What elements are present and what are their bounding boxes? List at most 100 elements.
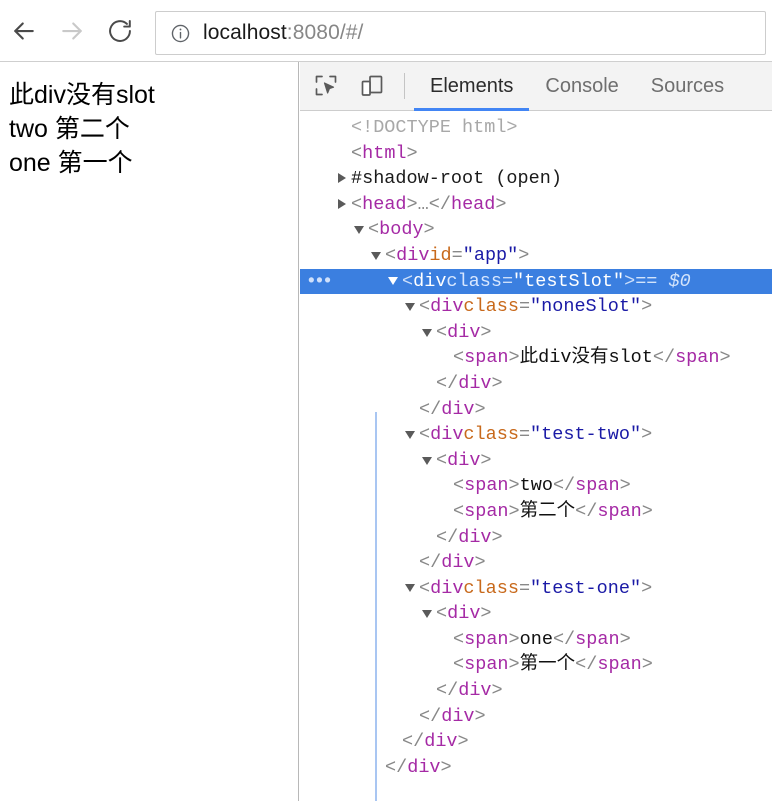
dom-row-selected[interactable]: ••• < div class = "testSlot" > == $0 (300, 268, 772, 295)
dom-row-content: < div > (300, 601, 492, 627)
triangle-down-icon[interactable] (370, 249, 384, 263)
dom-row[interactable]: < span > 第二个 </span > (300, 499, 772, 525)
dom-row[interactable]: </div > (300, 371, 772, 397)
dom-token-tag: div (430, 577, 464, 599)
triangle-right-icon[interactable] (336, 172, 350, 186)
dom-token-punct: </ (552, 475, 576, 497)
dom-row[interactable]: < div > (300, 320, 772, 346)
dom-token-punct: > (474, 398, 486, 420)
triangle-down-icon[interactable] (421, 454, 435, 468)
dom-row-content: < html > (300, 141, 418, 167)
dom-row[interactable]: </div > (300, 397, 772, 423)
dom-row-content: < span > one </span > (300, 627, 631, 653)
dom-token-punct: </ (419, 705, 442, 727)
dom-token-punct: < (436, 321, 448, 343)
dom-token-tag: span (575, 475, 620, 497)
dom-row[interactable]: </div > (300, 729, 772, 755)
address-bar[interactable]: localhost:8080/#/ (155, 11, 766, 55)
tab-console[interactable]: Console (529, 62, 634, 111)
dom-token-punct: < (453, 628, 465, 650)
forward-button[interactable] (48, 7, 96, 55)
dom-token-punct: > (480, 603, 492, 625)
dom-token-punct: = (451, 244, 463, 266)
back-button[interactable] (0, 7, 48, 55)
dom-token-punct: < (419, 296, 431, 318)
triangle-down-icon[interactable] (404, 300, 418, 314)
dom-token-tag: span (675, 347, 720, 369)
dom-token-punct: > (480, 449, 492, 471)
dom-token-punct: > (491, 372, 503, 394)
dom-row-content: < span > 第一个 </span > (300, 652, 653, 678)
dom-token-punct: </ (402, 731, 425, 753)
dom-token-shadow: #shadow-root (open) (351, 168, 562, 190)
dom-token-punct: … (417, 193, 429, 215)
url-host: localhost (203, 21, 287, 44)
triangle-down-icon[interactable] (404, 428, 418, 442)
dom-token-punct: > (423, 219, 435, 241)
triangle-down-icon[interactable] (421, 607, 435, 621)
dom-row[interactable]: </div > (300, 755, 772, 781)
dom-token-punct: </ (436, 680, 459, 702)
dom-row[interactable]: < div class = "test-one" > (300, 576, 772, 602)
triangle-down-icon[interactable] (387, 274, 401, 288)
dom-tree[interactable]: <!DOCTYPE html> < html > #shadow-root (open)… (300, 111, 772, 801)
triangle-down-icon[interactable] (421, 326, 435, 340)
dom-row[interactable]: < div id = "app" > (300, 243, 772, 269)
dom-token-punct: < (419, 424, 431, 446)
tab-sources[interactable]: Sources (635, 62, 740, 111)
dom-row[interactable]: < div class = "noneSlot" > (300, 294, 772, 320)
dom-row[interactable]: < div class = "test-two" > (300, 422, 772, 448)
dom-token-punct: = (501, 270, 514, 292)
dom-token-punct: < (453, 500, 465, 522)
dom-row-content: < div class = "testSlot" > == $0 (300, 269, 691, 295)
navigation-buttons (0, 0, 144, 61)
dom-row[interactable]: </div > (300, 704, 772, 730)
expand-ellipsis-badge[interactable]: ••• (308, 272, 332, 291)
triangle-down-icon[interactable] (404, 581, 418, 595)
dom-row[interactable]: </div > (300, 550, 772, 576)
dom-row[interactable]: < div > (300, 601, 772, 627)
dom-token-tag: body (379, 219, 424, 241)
dom-token-tag: div (441, 398, 475, 420)
dom-row[interactable]: < span > 此div没有slot </span > (300, 345, 772, 371)
dom-token-punct: > (406, 193, 418, 215)
dom-row[interactable]: < span > 第一个 </span > (300, 652, 772, 678)
dom-token-text: 此div没有slot (519, 347, 653, 369)
dom-token-punct: < (436, 603, 448, 625)
dom-row[interactable]: #shadow-root (open) (300, 166, 772, 192)
dom-token-tag: div (458, 526, 492, 548)
dom-token-tag: span (464, 347, 509, 369)
inspect-element-button[interactable] (306, 66, 346, 106)
dom-row[interactable]: </div > (300, 678, 772, 704)
dom-token-tag: div (458, 372, 492, 394)
dom-token-punct: </ (575, 654, 598, 676)
page-text-line: two 第二个 (9, 115, 130, 143)
tab-elements[interactable]: Elements (414, 62, 530, 111)
dom-token-punct: > (641, 424, 653, 446)
triangle-down-icon[interactable] (353, 223, 367, 237)
info-circle-icon[interactable] (170, 23, 191, 44)
dom-row[interactable]: </div > (300, 525, 772, 551)
dom-row[interactable]: < body > (300, 217, 772, 243)
triangle-right-icon[interactable] (336, 198, 350, 212)
dom-row-content: < div id = "app" > (300, 243, 529, 269)
dom-token-text: 第一个 (519, 654, 576, 676)
dom-row[interactable]: < span > one </span > (300, 627, 772, 653)
dom-row[interactable]: < span > two </span > (300, 473, 772, 499)
dom-token-val: "test-one" (530, 577, 642, 599)
dom-row[interactable]: < div > (300, 448, 772, 474)
dom-row[interactable]: <!DOCTYPE html> (300, 115, 772, 141)
dom-row-content: < div > (300, 448, 492, 474)
dom-token-punct: > (508, 500, 520, 522)
device-toolbar-button[interactable] (352, 66, 392, 106)
dom-token-punct: </ (428, 193, 451, 215)
dom-token-marker: == $0 (635, 270, 691, 292)
dom-token-tag: div (430, 424, 464, 446)
dom-token-punct: > (641, 296, 653, 318)
dom-token-punct: > (457, 731, 469, 753)
dom-row[interactable]: < head >… </head > (300, 192, 772, 218)
dom-row[interactable]: < html > (300, 141, 772, 167)
dom-row-content: < div > (300, 320, 492, 346)
dom-token-attr: class (463, 424, 519, 446)
reload-button[interactable] (96, 7, 144, 55)
